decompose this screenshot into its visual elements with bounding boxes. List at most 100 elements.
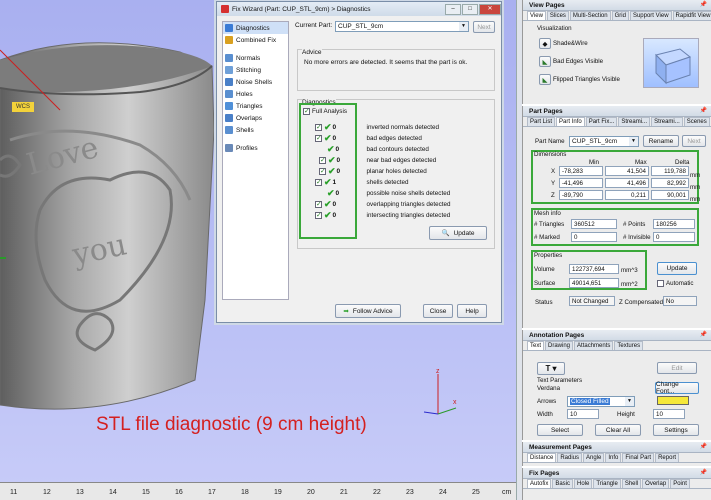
tab-part-fix[interactable]: Part Fix...: [585, 117, 618, 126]
pin-icon[interactable]: 📌: [700, 1, 707, 8]
tab-textures[interactable]: Textures: [614, 341, 644, 350]
bad-edges-item[interactable]: ◣ Bad Edges Visible: [539, 56, 603, 67]
next-button[interactable]: Next: [682, 135, 706, 147]
sidebar-item-holes[interactable]: Holes: [223, 88, 288, 100]
diag-row[interactable]: ✔0planar holes detected: [319, 166, 427, 176]
ruler-tick: 18: [241, 489, 249, 496]
tab-attachments[interactable]: Attachments: [574, 341, 614, 350]
tab-part-info[interactable]: Part Info: [556, 117, 585, 126]
update-button[interactable]: Update: [657, 262, 697, 275]
diag-row[interactable]: ✔0near bad edges detected: [319, 155, 436, 165]
flipped-triangles-item[interactable]: ◣ Flipped Triangles Visible: [539, 74, 620, 85]
volume-field: 122737,694: [569, 264, 619, 274]
update-button[interactable]: 🔍 Update: [429, 226, 487, 240]
clear-all-button[interactable]: Clear All: [595, 424, 641, 436]
ruler-tick: 25: [472, 489, 480, 496]
shells-icon: [225, 126, 233, 134]
tab-grid[interactable]: Grid: [611, 11, 629, 20]
diag-row[interactable]: ✔0inverted normals detected: [315, 122, 439, 132]
help-button[interactable]: Help: [457, 304, 487, 318]
rename-button[interactable]: Rename: [643, 135, 679, 147]
tab-scenes[interactable]: Scenes: [683, 117, 710, 126]
minimize-icon[interactable]: –: [445, 3, 461, 15]
height-field[interactable]: 10: [653, 409, 685, 419]
tab-final-part[interactable]: Final Part: [622, 453, 655, 462]
advice-group: Advice No more errors are detected. It s…: [297, 49, 495, 91]
tab-report[interactable]: Report: [655, 453, 680, 462]
tab-support-view[interactable]: Support View: [629, 11, 672, 20]
diag-row[interactable]: ✔0bad edges detected: [315, 133, 422, 143]
tab-drawing[interactable]: Drawing: [545, 341, 574, 350]
sidebar-item-triangles[interactable]: Triangles: [223, 100, 288, 112]
current-part-label: Current Part:: [295, 22, 333, 29]
status-label: Status: [535, 299, 553, 306]
tab-multi-section[interactable]: Multi-Section: [569, 11, 611, 20]
arrows-label: Arrows: [537, 398, 557, 405]
tab-triangle[interactable]: Triangle: [593, 479, 621, 488]
tab-info[interactable]: Info: [605, 453, 622, 462]
sidebar-item-normals[interactable]: Normals: [223, 52, 288, 64]
follow-advice-button[interactable]: ➡ Follow Advice: [335, 304, 401, 318]
tab-shell[interactable]: Shell: [621, 479, 642, 488]
invisible-label: # Invisible: [623, 234, 651, 241]
tab-radius[interactable]: Radius: [557, 453, 583, 462]
tab-distance[interactable]: Distance: [527, 453, 557, 462]
part-name-select[interactable]: CUP_STL_9cm ▼: [569, 136, 639, 147]
mesh-info-label: Mesh info: [534, 210, 561, 217]
tab-point[interactable]: Point: [670, 479, 690, 488]
automatic-checkbox[interactable]: Automatic: [657, 280, 694, 287]
dim-field: 82,992: [651, 178, 689, 188]
pin-icon[interactable]: 📌: [700, 107, 707, 114]
select-button[interactable]: Select: [537, 424, 583, 436]
pin-icon[interactable]: 📌: [700, 443, 707, 450]
close-icon[interactable]: ✕: [479, 3, 501, 15]
tab-slices[interactable]: Slices: [546, 11, 569, 20]
tab-overlap[interactable]: Overlap: [642, 479, 670, 488]
shade-wire-item[interactable]: ◆ Shade&Wire: [539, 38, 588, 49]
tab-basic[interactable]: Basic: [552, 479, 574, 488]
sidebar-item-stitching[interactable]: Stitching: [223, 64, 288, 76]
status-field: Not Changed: [569, 296, 615, 306]
sidebar-item-profiles[interactable]: Profiles: [223, 142, 288, 154]
diag-row[interactable]: ✔1shells detected: [315, 177, 409, 187]
color-swatch[interactable]: [657, 396, 689, 405]
view-pages-panel: View Pages 📌 View Slices Multi-Section Gr…: [522, 0, 711, 104]
diag-row[interactable]: ✔0intersecting triangles detected: [315, 210, 450, 220]
tab-angle[interactable]: Angle: [583, 453, 605, 462]
ruler-tick: 13: [76, 489, 84, 496]
edit-button[interactable]: Edit: [657, 362, 697, 374]
tab-streaming-2[interactable]: Streami...: [651, 117, 683, 126]
ruler-tick: 20: [307, 489, 315, 496]
tab-view[interactable]: View: [527, 11, 546, 20]
tab-part-list[interactable]: Part List: [527, 117, 556, 126]
settings-button[interactable]: Settings: [653, 424, 699, 436]
annotation-pages-tabs: Text Drawing Attachments Textures: [523, 341, 711, 351]
tab-hole[interactable]: Hole: [574, 479, 593, 488]
sidebar-item-shells[interactable]: Shells: [223, 124, 288, 136]
pin-icon[interactable]: 📌: [700, 469, 707, 476]
dim-field: 41,496: [605, 178, 649, 188]
sidebar-item-overlaps[interactable]: Overlaps: [223, 112, 288, 124]
tab-text[interactable]: Text: [527, 341, 545, 350]
text-tool-button[interactable]: T ▾: [537, 362, 565, 375]
points-field: 180256: [653, 219, 695, 229]
sidebar-item-diagnostics[interactable]: Diagnostics: [223, 22, 288, 34]
sidebar-item-combined-fix[interactable]: Combined Fix: [223, 34, 288, 46]
change-font-button[interactable]: Change Font...: [655, 381, 699, 395]
arrows-select[interactable]: Closed Filled ▼: [567, 396, 635, 407]
width-field[interactable]: 10: [567, 409, 599, 419]
diag-row[interactable]: ✔0overlapping triangles detected: [315, 199, 451, 209]
tab-autofix[interactable]: Autofix: [527, 479, 552, 488]
next-button[interactable]: Next: [473, 21, 495, 33]
pin-icon[interactable]: 📌: [700, 331, 707, 338]
close-button[interactable]: Close: [423, 304, 453, 318]
current-part-select[interactable]: CUP_STL_9cm ▼: [335, 21, 469, 32]
dim-axis: Z: [551, 192, 555, 199]
tab-streaming-1[interactable]: Streami...: [618, 117, 651, 126]
full-analysis-checkbox[interactable]: Full Analysis: [303, 106, 347, 116]
dim-field: 119,788: [651, 166, 689, 176]
sidebar-item-noise-shells[interactable]: Noise Shells: [223, 76, 288, 88]
check-icon: ✔: [324, 121, 332, 132]
tab-rapidfit-view[interactable]: Rapidfit View: [672, 11, 711, 20]
maximize-icon[interactable]: □: [462, 3, 478, 15]
